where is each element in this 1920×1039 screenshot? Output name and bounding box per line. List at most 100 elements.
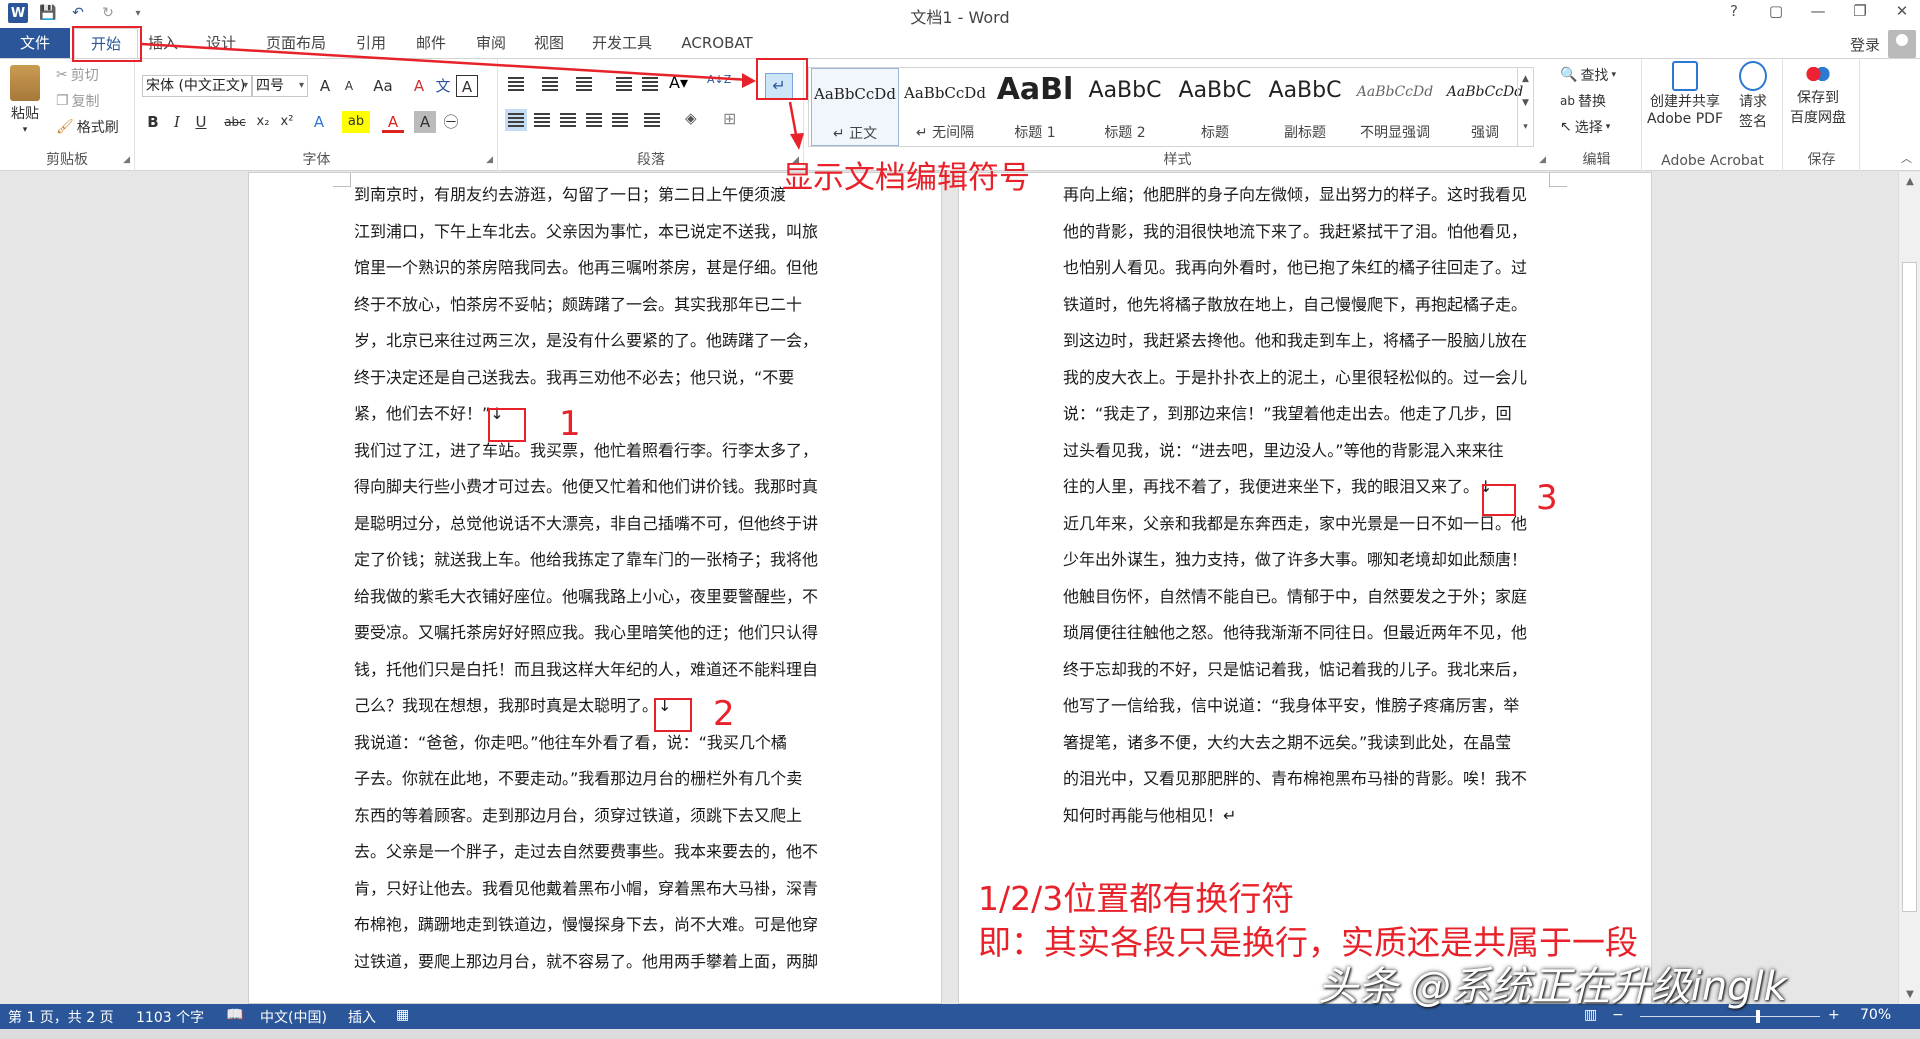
tab-insert[interactable]: 插入 (140, 28, 186, 58)
cut-button[interactable]: ✂ 剪切 (56, 65, 99, 85)
text-line[interactable]: 箸提笔，诸多不便，大约大去之期不远矣。”我读到此处，在晶莹 (1063, 725, 1527, 762)
text-line[interactable]: 我的皮大衣上。于是扑扑衣上的泥土，心里很轻松似的。过一会儿 (1063, 360, 1527, 397)
insert-mode[interactable]: 插入 (348, 1007, 376, 1027)
clear-format-button[interactable]: A (408, 75, 430, 97)
text-line[interactable]: 江到浦口，下午上车北去。父亲因为事忙，本已说定不送我，叫旅 (354, 214, 818, 251)
style-subtitle[interactable]: AaBbC 副标题 (1261, 68, 1349, 146)
proofing-icon[interactable]: 📖 (226, 1007, 243, 1023)
highlight-button[interactable]: ab (342, 111, 370, 133)
increase-indent-button[interactable] (639, 73, 661, 95)
close-button[interactable]: ✕ (1890, 2, 1914, 20)
font-name-combo[interactable]: 宋体 (中文正文) ▾ (142, 75, 252, 97)
style-normal[interactable]: AaBbCcDd ↵ 正文 (811, 68, 899, 146)
text-line[interactable]: 紧，他们去不好！”↓ (354, 396, 818, 433)
tab-acrobat[interactable]: ACROBAT (672, 28, 762, 58)
text-line[interactable]: 再向上缩；他肥胖的身子向左微倾，显出努力的样子。这时我看见 (1063, 177, 1527, 214)
text-line[interactable]: 肯，只好让他去。我看见他戴着黑布小帽，穿着黑布大马褂，深青 (354, 871, 818, 908)
shrink-font-button[interactable]: A (338, 75, 360, 97)
italic-button[interactable]: I (166, 111, 188, 133)
text-line[interactable]: 他的背影，我的泪很快地流下来了。我赶紧拭干了泪。怕他看见， (1063, 214, 1527, 251)
text-line[interactable]: 布棉袍，蹒跚地走到铁道边，慢慢探身下去，尚不大难。可是他穿 (354, 907, 818, 944)
tab-file[interactable]: 文件 (0, 28, 70, 58)
minimize-button[interactable]: — (1806, 2, 1830, 20)
text-line[interactable]: 终于忘却我的不好，只是惦记着我，惦记着我的儿子。我北来后， (1063, 652, 1527, 689)
page-2-text[interactable]: 再向上缩；他肥胖的身子向左微倾，显出努力的样子。这时我看见 他的背影，我的泪很快地… (1063, 177, 1527, 834)
text-line[interactable]: 要受凉。又嘱托茶房好好照应我。我心里暗笑他的迂；他们只认得 (354, 615, 818, 652)
text-line[interactable]: 终于不放心，怕茶房不妥帖；颇踌躇了一会。其实我那年已二十 (354, 287, 818, 324)
tab-layout[interactable]: 页面布局 (256, 28, 336, 58)
tab-view[interactable]: 视图 (526, 28, 572, 58)
avatar[interactable] (1888, 30, 1916, 58)
request-signature-button[interactable]: 请求 签名 (1739, 61, 1767, 131)
style-no-spacing[interactable]: AaBbCcDd ↵ 无间隔 (901, 68, 989, 146)
char-border-button[interactable]: A (456, 75, 478, 97)
chinese-layout-button[interactable]: A▾ (669, 73, 691, 95)
help-button[interactable]: ? (1722, 2, 1746, 20)
chevron-down-icon[interactable]: ▼ (1518, 98, 1533, 108)
subscript-button[interactable]: x₂ (252, 111, 274, 133)
font-launcher-icon[interactable]: ◢ (486, 155, 493, 165)
text-line[interactable]: 他触目伤怀，自然情不能自已。情郁于中，自然要发之于外；家庭 (1063, 579, 1527, 616)
format-painter-button[interactable]: 🖌 格式刷 (56, 117, 119, 137)
char-shading-button[interactable]: A (414, 111, 436, 133)
more-styles-icon[interactable]: ▾ (1518, 122, 1533, 132)
select-button[interactable]: ↖ 选择 ▾ (1560, 117, 1610, 137)
copy-button[interactable]: ❐ 复制 (56, 91, 100, 111)
justify-button[interactable] (583, 109, 605, 131)
align-left-button[interactable] (505, 109, 527, 131)
text-line[interactable]: 得向脚夫行些小费才可过去。他便又忙着和他们讲价钱。我那时真 (354, 469, 818, 506)
bold-button[interactable]: B (142, 111, 164, 133)
page-count[interactable]: 第 1 页，共 2 页 (8, 1007, 114, 1027)
distributed-button[interactable] (609, 109, 631, 131)
underline-button[interactable]: U (190, 111, 212, 133)
tab-review[interactable]: 审阅 (466, 28, 516, 58)
text-line[interactable]: 定了价钱；就送我上车。他给我拣定了靠车门的一张椅子；我将他 (354, 542, 818, 579)
phonetic-guide-button[interactable]: 文 (432, 75, 454, 97)
superscript-button[interactable]: x² (276, 111, 298, 133)
text-line[interactable]: 终于决定还是自己送我去。我再三劝他不必去；他只说，“不要 (354, 360, 818, 397)
ribbon-display-button[interactable]: ▢ (1764, 2, 1788, 20)
multilevel-list-button[interactable] (573, 73, 595, 95)
text-line[interactable]: 到这边时，我赶紧去搀他。他和我走到车上，将橘子一股脑儿放在 (1063, 323, 1527, 360)
styles-launcher-icon[interactable]: ◢ (1539, 155, 1546, 165)
tab-references[interactable]: 引用 (346, 28, 396, 58)
text-line[interactable]: 铁道时，他先将橘子散放在地上，自己慢慢爬下，再抱起橘子走。 (1063, 287, 1527, 324)
replace-button[interactable]: ab 替换 (1560, 91, 1606, 111)
zoom-slider-track[interactable] (1640, 1016, 1820, 1017)
page-1[interactable]: 到南京时，有朋友约去游逛，勾留了一日；第二日上午便须渡 江到浦口，下午上车北去。父… (248, 172, 942, 1004)
text-line[interactable]: 东西的等着顾客。走到那边月台，须穿过铁道，须跳下去又爬上 (354, 798, 818, 835)
scroll-thumb[interactable] (1902, 262, 1917, 912)
text-line[interactable]: 知何时再能与他相见！↵ (1063, 798, 1527, 835)
text-effects-button[interactable]: A (308, 111, 330, 133)
text-line[interactable]: 的泪光中，又看见那肥胖的、青布棉袍黑布马褂的背影。唉！我不 (1063, 761, 1527, 798)
text-line[interactable]: 钱，托他们只是白托！而且我这样大年纪的人，难道还不能料理自 (354, 652, 818, 689)
clipboard-launcher-icon[interactable]: ◢ (123, 155, 130, 165)
restore-button[interactable]: ❐ (1848, 2, 1872, 20)
tab-mailings[interactable]: 邮件 (406, 28, 456, 58)
style-title[interactable]: AaBbC 标题 (1171, 68, 1259, 146)
collapse-ribbon-icon[interactable]: ︿ (1901, 150, 1912, 166)
strikethrough-button[interactable]: abc (220, 111, 250, 133)
text-line[interactable]: 去。父亲是一个胖子，走过去自然要费事些。我本来要去的，他不 (354, 834, 818, 871)
enclose-char-button[interactable]: ㊀ (440, 111, 462, 133)
numbering-button[interactable] (539, 73, 561, 95)
paste-button[interactable]: 粘贴 ▾ (10, 65, 40, 135)
scroll-down-icon[interactable]: ▼ (1899, 989, 1920, 1000)
text-line[interactable]: 也怕别人看见。我再向外看时，他已抱了朱红的橘子往回走了。过 (1063, 250, 1527, 287)
text-line[interactable]: 我说道：“爸爸，你走吧。”他往车外看了看，说：“我买几个橘 (354, 725, 818, 762)
text-line[interactable]: 说：“我走了，到那边来信！”我望着他走出去。他走了几步，回 (1063, 396, 1527, 433)
macro-icon[interactable]: ▦ (396, 1007, 409, 1023)
text-line[interactable]: 子去。你就在此地，不要走动。”我看那边月台的栅栏外有几个卖 (354, 761, 818, 798)
tab-design[interactable]: 设计 (196, 28, 246, 58)
zoom-level[interactable]: 70% (1860, 1007, 1891, 1023)
decrease-indent-button[interactable] (613, 73, 635, 95)
language-indicator[interactable]: 中文(中国) (260, 1007, 327, 1027)
text-line[interactable]: 给我做的紫毛大衣铺好座位。他嘱我路上小心，夜里要警醒些，不 (354, 579, 818, 616)
find-button[interactable]: 🔍 查找 ▾ (1560, 65, 1616, 85)
style-heading1[interactable]: AaBl 标题 1 (991, 68, 1079, 146)
tab-developer[interactable]: 开发工具 (582, 28, 662, 58)
text-line[interactable]: 馆里一个熟识的茶房陪我同去。他再三嘱咐茶房，甚是仔细。但他 (354, 250, 818, 287)
text-line[interactable]: 过头看见我，说：“进去吧，里边没人。”等他的背影混入来来往 (1063, 433, 1527, 470)
styles-scroll[interactable]: ▲ ▼ ▾ (1517, 68, 1533, 146)
font-size-combo[interactable]: 四号 ▾ (252, 75, 308, 97)
